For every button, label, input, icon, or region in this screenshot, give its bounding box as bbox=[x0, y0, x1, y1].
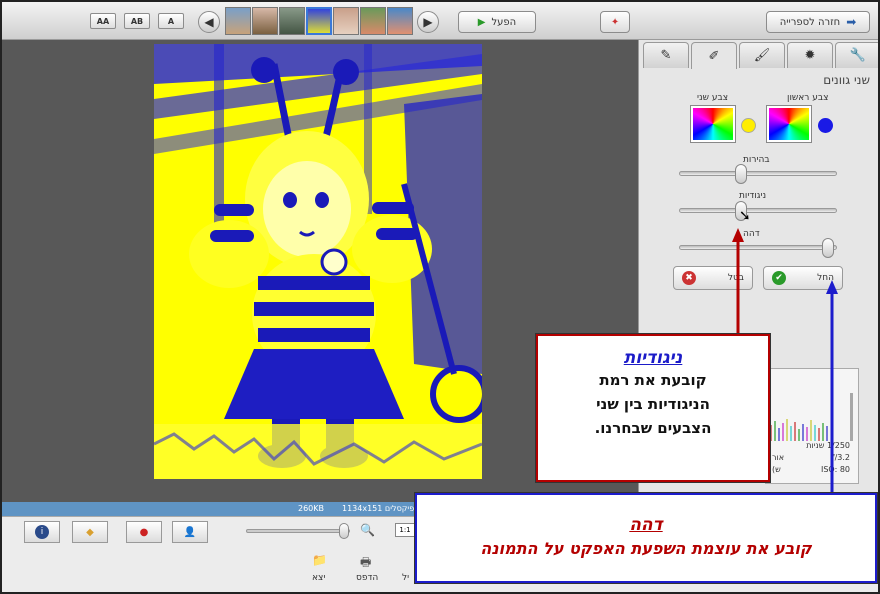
contrast-callout-line3: הצבעים שבחרנו. bbox=[594, 419, 712, 437]
contrast-arrowhead bbox=[732, 228, 744, 242]
fade-arrowhead bbox=[826, 280, 838, 294]
contrast-callout-title: ניגודיות bbox=[623, 348, 683, 368]
fade-callout: דהה קובע את עוצמת השפעת האפקט על התמונה bbox=[414, 492, 878, 584]
app-window: AA AB A ◀ ▶ הפעל ▶ ✦ ➡ חזרה לספרייה ✎ ✐ … bbox=[0, 0, 880, 594]
contrast-callout-line1: קובעת את רמת bbox=[599, 371, 707, 389]
fade-callout-title: דהה bbox=[629, 515, 663, 535]
fade-callout-text: קובע את עוצמת השפעת האפקט על התמונה bbox=[480, 539, 812, 558]
contrast-callout-line2: הניגודיות בין שני bbox=[596, 395, 710, 413]
contrast-callout: ניגודיות קובעת את רמת הניגודיות בין שני … bbox=[535, 333, 771, 483]
